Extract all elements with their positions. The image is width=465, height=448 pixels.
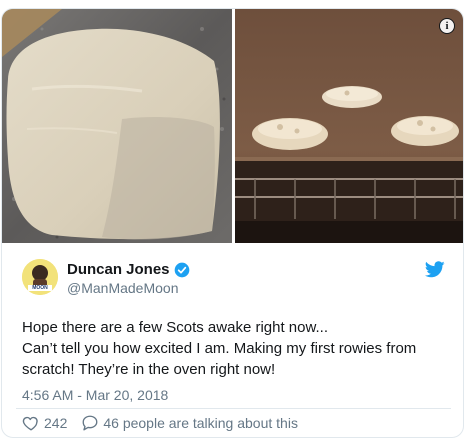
tweet-body-text: Hope there are a few Scots awake right n…: [22, 319, 417, 378]
info-icon[interactable]: i: [439, 18, 455, 34]
reply-bubble-icon[interactable]: [81, 414, 99, 432]
author-handle[interactable]: @ManMadeMoon: [67, 280, 179, 296]
tweet-actions: 242 46 people are talking about this: [22, 414, 298, 432]
oven-photo[interactable]: [235, 9, 463, 243]
avatar-badge-text: MOON: [32, 285, 48, 291]
like-count[interactable]: 242: [44, 415, 67, 431]
tweet-card[interactable]: i MOON Duncan Jones @ManMadeMoon Hope th…: [1, 8, 464, 438]
tweet-header: MOON Duncan Jones @ManMadeMoon: [2, 255, 463, 301]
avatar[interactable]: MOON: [22, 259, 58, 295]
heart-icon[interactable]: [22, 414, 40, 432]
author-display-name[interactable]: Duncan Jones: [67, 261, 170, 278]
conversation-link[interactable]: 46 people are talking about this: [103, 415, 298, 431]
tweet-timestamp[interactable]: 4:56 AM - Mar 20, 2018: [22, 387, 168, 403]
twitter-bird-icon[interactable]: [425, 261, 445, 278]
tweet-media[interactable]: i: [2, 9, 463, 243]
dough-photo[interactable]: [2, 9, 232, 243]
footer-divider: [16, 408, 451, 409]
author-name-row[interactable]: Duncan Jones: [67, 261, 190, 278]
verified-badge-icon: [174, 262, 189, 277]
